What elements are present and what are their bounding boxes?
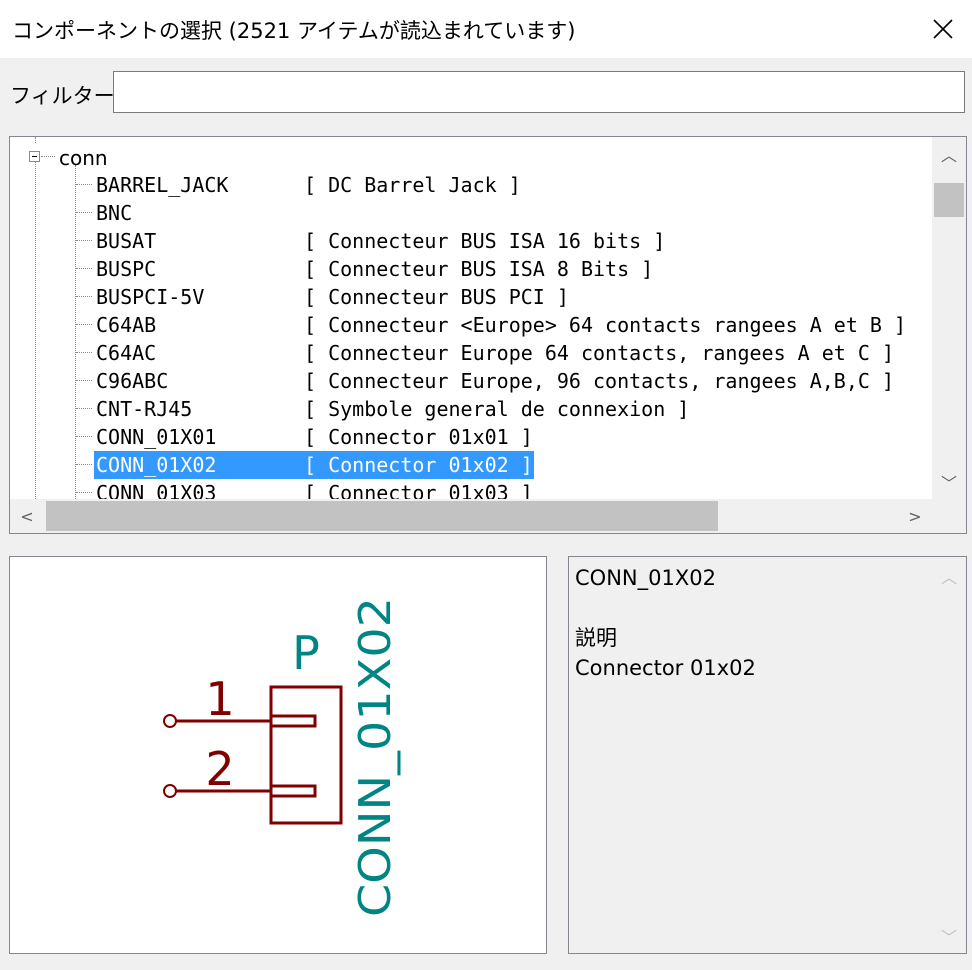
chevron-left-icon: < [20,506,34,526]
pin-1-end [163,714,177,728]
tree-item-desc: [ Connecteur BUS ISA 8 Bits ] [304,257,654,281]
horizontal-scrollbar[interactable]: < > [10,499,932,533]
pin-1-contact [269,714,317,728]
tree-connector [76,492,92,493]
tree-item-name: BUSPC [96,257,157,281]
scroll-left-button[interactable]: < [10,499,44,533]
tree-item-name: BNC [96,201,133,225]
reference-designator: P [292,626,320,680]
tree-item[interactable]: CONN_01X02 [ Connector 01x02 ] [10,451,910,479]
tree-item-desc: [ Connector 01x02 ] [304,453,533,477]
tree-item-name: CONN_01X02 [96,453,217,477]
tree-item-desc: [ Connecteur <Europe> 64 contacts rangee… [304,313,907,337]
tree-item[interactable]: CONN_01X01 [ Connector 01x01 ] [10,423,910,451]
tree-node-label: conn [59,146,108,170]
info-name: CONN_01X02 [575,566,716,590]
tree-item-name: BUSAT [96,229,157,253]
pin-2-end [163,784,177,798]
info-desc: Connector 01x02 [575,656,756,680]
tree-connector [76,352,92,353]
scrollbar-corner [932,499,966,533]
tree-node-conn[interactable]: conn [10,143,910,171]
tree-item[interactable]: C96ABC [ Connecteur Europe, 96 contacts, … [10,367,910,395]
symbol-preview: 1 2 P CONN_01X02 [9,556,547,954]
chevron-up-icon: ︿ [940,568,957,587]
tree-item[interactable]: BUSPC [ Connecteur BUS ISA 8 Bits ] [10,255,910,283]
info-scroll-down-button[interactable]: ﹀ [932,919,966,953]
tree-item[interactable]: BARREL_JACK [ DC Barrel Jack ] [10,171,910,199]
tree-connector [76,324,92,325]
tree-item-name: C64AC [96,341,157,365]
chevron-up-icon: ︿ [940,146,957,165]
tree-connector [76,408,92,409]
symbol-canvas: 1 2 P CONN_01X02 [163,597,401,917]
symbol-value: CONN_01X02 [350,597,401,917]
chevron-right-icon: > [908,506,922,526]
tree-connector [76,240,92,241]
info-scrollbar[interactable]: ︿ ﹀ [932,557,966,953]
filter-row: フィルター: [0,64,972,124]
tree-item[interactable]: BUSPCI-5V [ Connecteur BUS PCI ] [10,283,910,311]
collapse-icon[interactable] [29,151,40,162]
tree-item-desc: [ Connecteur BUS PCI ] [304,285,569,309]
tree-item-name: CONN_01X03 [96,481,217,499]
tree-connector [76,296,92,297]
filter-input[interactable] [113,71,965,113]
tree-connector [76,464,92,465]
tree-item-name: C64AB [96,313,157,337]
tree-connector [76,212,92,213]
pin-2-number: 2 [205,742,234,796]
tree-item[interactable]: C64AC [ Connecteur Europe 64 contacts, ra… [10,339,910,367]
tree-item[interactable]: C64AB [ Connecteur <Europe> 64 contacts r… [10,311,910,339]
window-title: コンポーネントの選択 (2521 アイテムが読込まれています) [12,19,576,43]
chevron-down-icon: ﹀ [940,474,957,493]
scroll-right-button[interactable]: > [898,499,932,533]
vertical-scrollbar[interactable]: ︿ ﹀ [932,137,966,499]
close-icon [933,19,953,39]
tree-connector [76,184,92,185]
tree-connector [41,156,55,157]
title-bar: コンポーネントの選択 (2521 アイテムが読込まれています) [0,0,972,58]
scroll-up-button[interactable]: ︿ [932,137,966,171]
pin-1-number: 1 [205,672,234,726]
tree-item-name: C96ABC [96,369,169,393]
tree-item[interactable]: BUSAT [ Connecteur BUS ISA 16 bits ] [10,227,910,255]
tree-item[interactable]: CNT-RJ45 [ Symbole general de connexion ] [10,395,910,423]
tree-item-name: BUSPCI-5V [96,285,205,309]
tree-item-desc: [ Connecteur Europe, 96 contacts, rangee… [304,369,895,393]
tree-item-desc: [ Connector 01x01 ] [304,425,533,449]
symbol-body [269,685,343,825]
tree-item-desc: [ Symbole general de connexion ] [304,397,690,421]
tree-item-desc: [ Connecteur Europe 64 contacts, rangees… [304,341,895,365]
tree-item-desc: [ Connector 01x03 ] [304,481,533,499]
chevron-down-icon: ﹀ [940,928,957,947]
tree-item-name: CNT-RJ45 [96,397,193,421]
tree-item[interactable]: BNC [10,199,910,227]
tree-item-name: BARREL_JACK [96,173,229,197]
close-button[interactable] [914,0,972,58]
filter-label: フィルター: [10,84,122,108]
scroll-down-button[interactable]: ﹀ [932,465,966,499]
tree-item[interactable]: CONN_01X03 [ Connector 01x03 ] [10,479,910,499]
tree-connector [76,380,92,381]
tree-content: conn BARREL_JACK[ DC Barrel Jack ] BNC BUS… [10,137,932,499]
tree-connector [76,436,92,437]
tree-item-desc: [ Connecteur BUS ISA 16 bits ] [304,229,666,253]
pin-2-contact [269,784,317,798]
tree-item-name: CONN_01X01 [96,425,217,449]
tree-item-desc: [ DC Barrel Jack ] [304,173,521,197]
horizontal-scroll-thumb[interactable] [46,501,718,531]
vertical-scroll-thumb[interactable] [934,183,964,217]
component-info: CONN_01X02 説明 Connector 01x02 ︿ ﹀ [568,556,967,954]
component-tree[interactable]: conn BARREL_JACK[ DC Barrel Jack ] BNC BUS… [9,136,967,534]
info-text: CONN_01X02 説明 Connector 01x02 [575,563,756,683]
tree-connector [76,268,92,269]
info-desc-heading: 説明 [575,626,617,650]
info-scroll-up-button[interactable]: ︿ [932,559,966,593]
